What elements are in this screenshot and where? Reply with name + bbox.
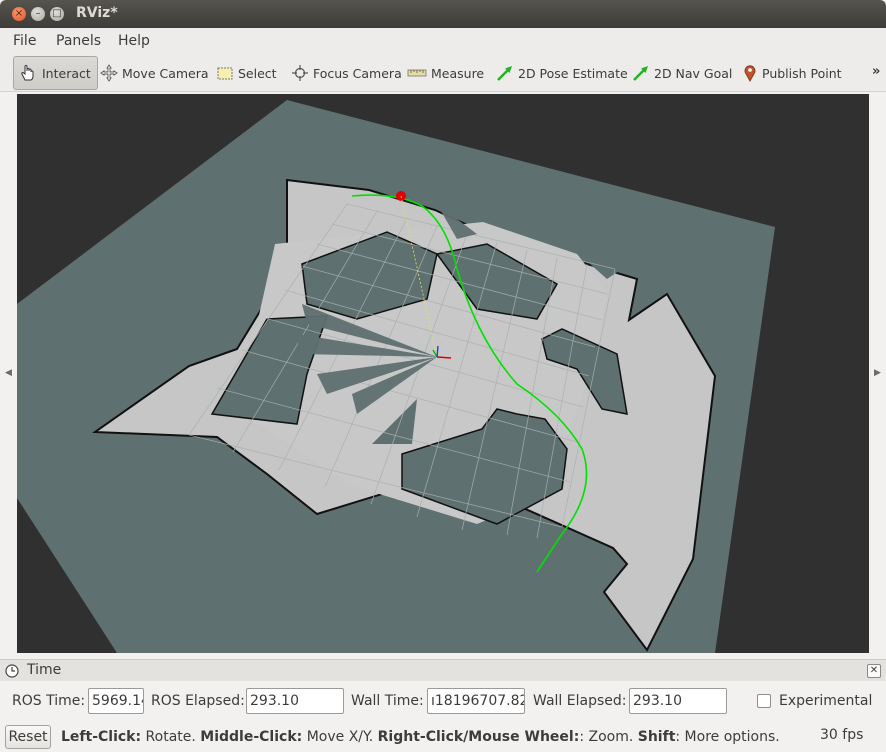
3d-render-viewport[interactable]: [17, 94, 869, 653]
fps-readout: 30 fps: [820, 727, 864, 743]
tool-label: Publish Point: [762, 65, 842, 81]
hand-icon: [21, 64, 34, 81]
tool-interact[interactable]: Interact: [13, 56, 98, 90]
help-middle-click-key: Middle-Click:: [200, 729, 303, 745]
tool-toolbar: Interact Move Camera Select Focus Camera…: [0, 54, 886, 92]
help-shift-desc: : More options.: [675, 729, 780, 745]
help-right-click-desc: : Zoom.: [579, 729, 638, 745]
ros-time-field[interactable]: 5969.14: [88, 688, 144, 714]
help-shift-key: Shift: [637, 729, 676, 745]
time-panel-title: Time: [27, 662, 62, 678]
ros-elapsed-field[interactable]: 293.10: [246, 688, 344, 714]
close-panel-icon[interactable]: ✕: [867, 664, 881, 678]
tool-label: Select: [238, 65, 277, 81]
minimize-window-button[interactable]: –: [31, 7, 45, 21]
help-left-click-desc: Rotate.: [141, 729, 201, 745]
help-middle-click-desc: Move X/Y.: [302, 729, 378, 745]
menu-file[interactable]: File: [13, 33, 36, 49]
time-panel: ROS Time: 5969.14 ROS Elapsed: 293.10 Wa…: [0, 682, 886, 722]
tool-label: 2D Pose Estimate: [518, 65, 628, 81]
time-panel-header: Time ✕: [0, 659, 886, 681]
tool-2d-nav-goal[interactable]: 2D Nav Goal: [632, 56, 732, 90]
occupancy-map-render: [17, 100, 775, 653]
tool-focus-camera[interactable]: Focus Camera: [291, 56, 402, 90]
menu-bar: File Panels Help: [0, 28, 886, 54]
tool-select[interactable]: Select: [216, 56, 277, 90]
wall-elapsed-label: Wall Elapsed:: [533, 693, 627, 709]
wall-elapsed-field[interactable]: 293.10: [629, 688, 727, 714]
tool-publish-point[interactable]: Publish Point: [742, 56, 842, 90]
menu-panels[interactable]: Panels: [56, 33, 101, 49]
tool-move-camera[interactable]: Move Camera: [100, 56, 209, 90]
move-camera-icon: [100, 64, 118, 82]
reset-button[interactable]: Reset: [5, 725, 51, 749]
map-pin-icon: [744, 65, 756, 82]
tool-label: Focus Camera: [313, 65, 402, 81]
window-title: RViz*: [76, 5, 118, 21]
clock-icon: [5, 664, 19, 678]
ros-time-label: ROS Time:: [12, 693, 86, 709]
wall-time-field[interactable]: ı18196707.82: [427, 688, 525, 714]
collapse-left-arrow-icon[interactable]: ◀: [5, 368, 12, 378]
tool-measure[interactable]: Measure: [407, 56, 484, 90]
toolbar-overflow-button[interactable]: »: [872, 64, 880, 79]
help-right-click-key: Right-Click/Mouse Wheel:: [377, 729, 580, 745]
status-bar: Reset Left-Click: Rotate. Middle-Click: …: [0, 722, 886, 752]
window-titlebar: × – □ RViz*: [0, 0, 886, 28]
help-text: Left-Click: Rotate. Middle-Click: Move X…: [61, 729, 780, 745]
tool-2d-pose-estimate[interactable]: 2D Pose Estimate: [496, 56, 628, 90]
maximize-window-button[interactable]: □: [50, 7, 64, 21]
green-arrow-icon: [633, 66, 648, 81]
crosshair-icon: [292, 65, 308, 81]
experimental-label: Experimental: [779, 693, 873, 709]
tool-label: Interact: [42, 65, 91, 81]
close-window-button[interactable]: ×: [12, 7, 26, 21]
collapse-right-arrow-icon[interactable]: ▶: [874, 368, 881, 378]
tool-label: Measure: [431, 65, 485, 81]
help-left-click-key: Left-Click:: [61, 729, 142, 745]
tool-label: Move Camera: [122, 65, 209, 81]
experimental-checkbox[interactable]: [757, 694, 771, 708]
ros-elapsed-label: ROS Elapsed:: [151, 693, 245, 709]
ruler-icon: [407, 69, 427, 77]
green-arrow-icon: [497, 66, 512, 81]
wall-time-label: Wall Time:: [351, 693, 424, 709]
select-box-icon: [217, 67, 233, 80]
tool-label: 2D Nav Goal: [654, 65, 733, 81]
menu-help[interactable]: Help: [118, 33, 150, 49]
